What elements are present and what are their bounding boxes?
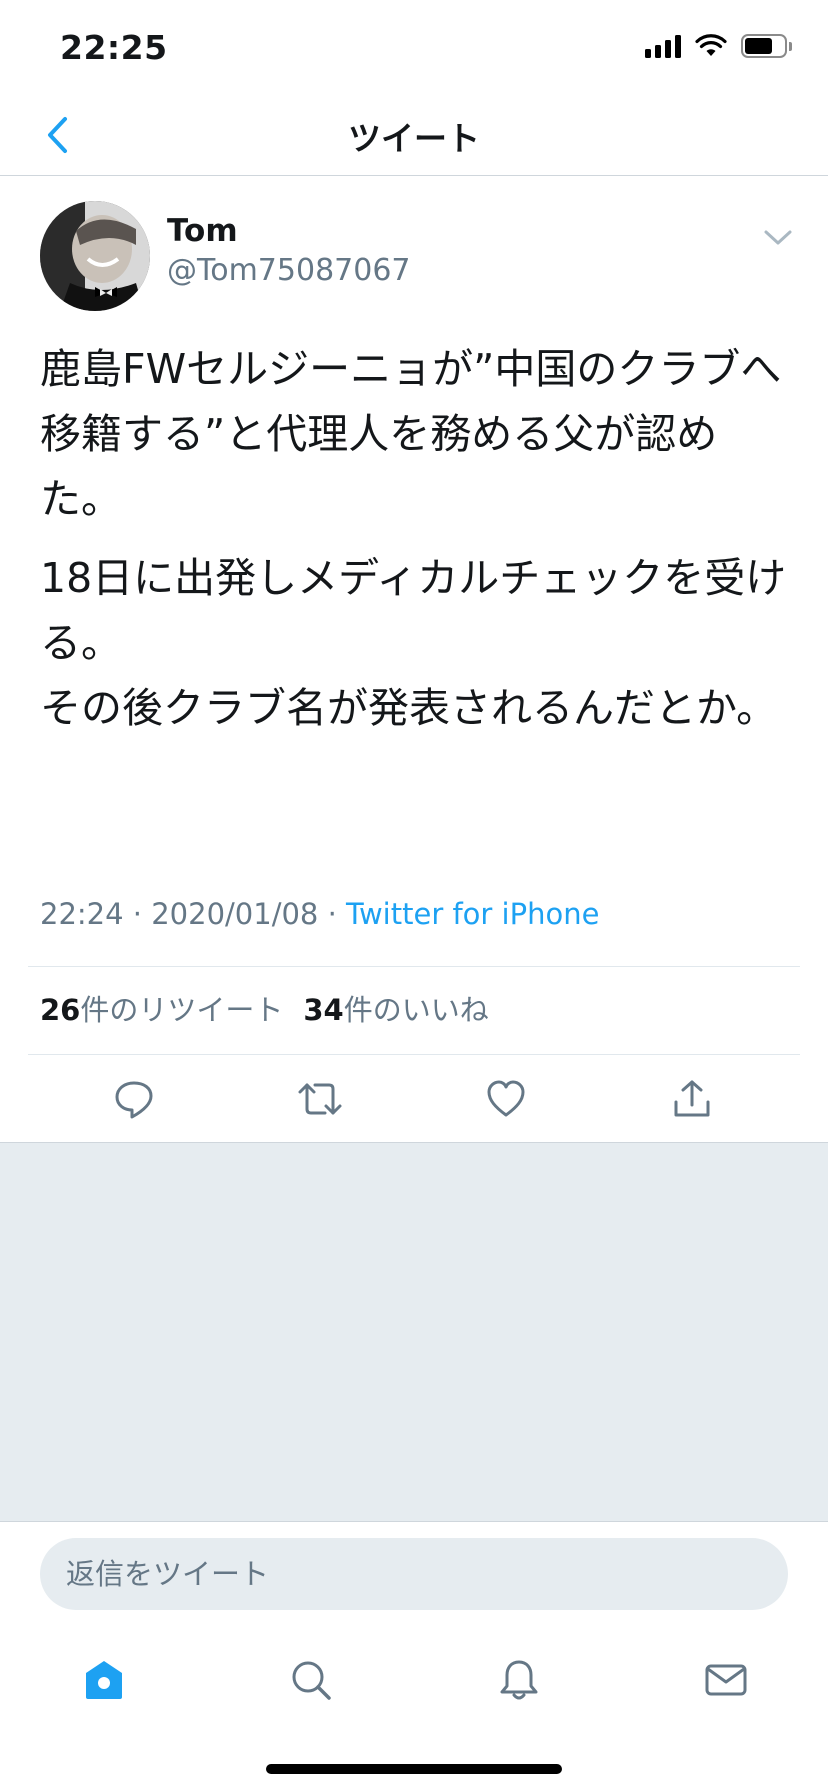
heart-icon: [487, 1080, 525, 1117]
tweet-line: その後クラブ名が発表されるんだとか。: [40, 684, 778, 732]
tweet-paragraph: 18日に出発しメディカルチェックを受ける。 その後クラブ名が発表されるんだとか。: [40, 546, 790, 741]
user-handle[interactable]: @Tom75087067: [167, 253, 411, 288]
retweet-count: 26: [40, 993, 81, 1027]
tweet-time: 22:24: [40, 897, 124, 931]
user-name[interactable]: Tom: [167, 213, 238, 249]
mail-icon: [705, 1664, 747, 1696]
home-icon: [86, 1661, 122, 1699]
divider: [28, 966, 800, 967]
navigation-bar: ツイート: [0, 100, 828, 176]
battery-icon: [741, 34, 792, 58]
like-count: 34: [303, 993, 344, 1027]
avatar[interactable]: [40, 201, 150, 311]
share-icon: [674, 1080, 710, 1117]
signal-icon: [645, 34, 681, 58]
tweet-actions: [0, 1057, 828, 1137]
like-label: 件のいいね: [343, 993, 489, 1027]
retweet-label: 件のリツイート: [80, 993, 284, 1027]
retweet-button[interactable]: [296, 1075, 344, 1123]
status-bar: 22:25: [0, 0, 828, 100]
reply-button[interactable]: [110, 1075, 158, 1123]
retweet-stats[interactable]: 26件のリツイート: [40, 987, 283, 1029]
tweet-paragraph: 鹿島FWセルジーニョが”中国のクラブへ移籍する”と代理人を務める父が認めた。: [40, 345, 782, 523]
tab-bar: [0, 1625, 828, 1725]
bell-icon: [500, 1660, 538, 1700]
home-indicator: [266, 1764, 562, 1774]
status-time: 22:25: [60, 28, 168, 67]
tab-notifications[interactable]: [494, 1655, 544, 1705]
chevron-down-icon[interactable]: [758, 223, 798, 253]
tweet-text: 鹿島FWセルジーニョが”中国のクラブへ移籍する”と代理人を務める父が認めた。 1…: [40, 337, 790, 755]
tweet-stats: 26件のリツイート 34件のいいね: [40, 987, 489, 1029]
page-title: ツイート: [348, 119, 480, 158]
divider: [28, 1054, 800, 1055]
tab-search[interactable]: [286, 1655, 336, 1705]
reply-input[interactable]: [40, 1538, 788, 1610]
tweet-meta: 22:24 · 2020/01/08 · Twitter for iPhone: [40, 897, 599, 931]
reply-bar: [0, 1522, 828, 1612]
tweet-date: 2020/01/08: [151, 897, 319, 931]
wifi-icon: [695, 34, 727, 56]
meta-separator: ·: [132, 897, 143, 931]
tab-home[interactable]: [79, 1655, 129, 1705]
tweet-line: 18日に出発しメディカルチェックを受ける。: [40, 554, 787, 667]
tab-messages[interactable]: [701, 1655, 751, 1705]
share-button[interactable]: [668, 1075, 716, 1123]
search-icon: [292, 1661, 331, 1700]
meta-separator: ·: [327, 897, 337, 931]
like-stats[interactable]: 34件のいいね: [303, 987, 488, 1029]
like-button[interactable]: [482, 1075, 530, 1123]
tweet-source-link[interactable]: Twitter for iPhone: [346, 897, 599, 931]
tweet: Tom @Tom75087067 鹿島FWセルジーニョが”中国のクラブへ移籍する…: [0, 177, 828, 1142]
reply-icon: [115, 1081, 153, 1119]
empty-reply-area: [0, 1142, 828, 1522]
status-icons: [645, 34, 792, 58]
retweet-icon: [298, 1083, 342, 1115]
tweet-detail-screen: 22:25 ツイート Tom @Tom75087067 鹿島FWセルジーニョが”…: [0, 0, 828, 1792]
